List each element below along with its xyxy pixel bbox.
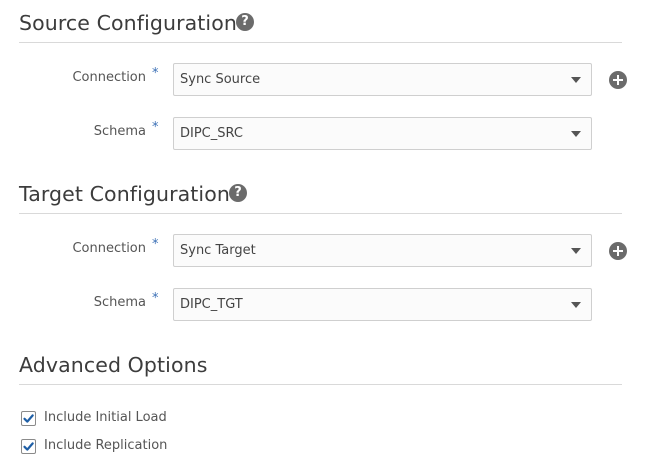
target-connection-label: Connection xyxy=(72,241,146,256)
source-configuration-title: Source Configuration xyxy=(19,11,237,35)
chevron-down-icon xyxy=(571,77,581,83)
chevron-down-icon xyxy=(571,131,581,137)
target-connection-row: Connection * Sync Target xyxy=(0,234,654,269)
checkmark-icon xyxy=(23,442,34,451)
chevron-down-icon xyxy=(571,248,581,254)
include-replication-checkbox[interactable] xyxy=(21,439,36,454)
target-schema-select[interactable]: DIPC_TGT xyxy=(173,288,592,321)
required-indicator: * xyxy=(152,120,159,135)
checkmark-icon xyxy=(23,414,34,423)
target-help-icon[interactable]: ? xyxy=(229,184,247,202)
include-initial-load-checkbox[interactable] xyxy=(21,411,36,426)
target-schema-label: Schema xyxy=(93,295,146,310)
source-connection-select[interactable]: Sync Source xyxy=(173,63,592,96)
advanced-options-title: Advanced Options xyxy=(19,353,208,377)
source-help-icon[interactable]: ? xyxy=(236,13,254,31)
required-indicator: * xyxy=(152,291,159,306)
source-schema-row: Schema * DIPC_SRC xyxy=(0,117,654,152)
target-configuration-header: Target Configuration ? xyxy=(19,181,622,214)
include-initial-load-option[interactable]: Include Initial Load xyxy=(19,410,319,428)
add-target-connection-icon[interactable] xyxy=(609,242,627,260)
target-configuration-title: Target Configuration xyxy=(19,182,230,206)
source-configuration-header: Source Configuration ? xyxy=(19,10,622,43)
target-schema-row: Schema * DIPC_TGT xyxy=(0,288,654,323)
target-connection-select[interactable]: Sync Target xyxy=(173,234,592,267)
required-indicator: * xyxy=(152,237,159,252)
include-replication-option[interactable]: Include Replication xyxy=(19,438,319,456)
required-indicator: * xyxy=(152,66,159,81)
target-connection-value: Sync Target xyxy=(180,243,256,258)
source-schema-select[interactable]: DIPC_SRC xyxy=(173,117,592,150)
target-schema-value: DIPC_TGT xyxy=(180,297,243,312)
chevron-down-icon xyxy=(571,302,581,308)
source-connection-value: Sync Source xyxy=(180,72,261,87)
include-initial-load-label[interactable]: Include Initial Load xyxy=(44,410,167,425)
include-replication-label[interactable]: Include Replication xyxy=(44,438,167,453)
advanced-options-header: Advanced Options xyxy=(19,352,622,385)
source-schema-label: Schema xyxy=(93,124,146,139)
source-connection-label: Connection xyxy=(72,70,146,85)
configuration-page: Source Configuration ? Connection * Sync… xyxy=(0,0,654,468)
source-connection-row: Connection * Sync Source xyxy=(0,63,654,98)
source-schema-value: DIPC_SRC xyxy=(180,126,243,141)
add-source-connection-icon[interactable] xyxy=(609,71,627,89)
